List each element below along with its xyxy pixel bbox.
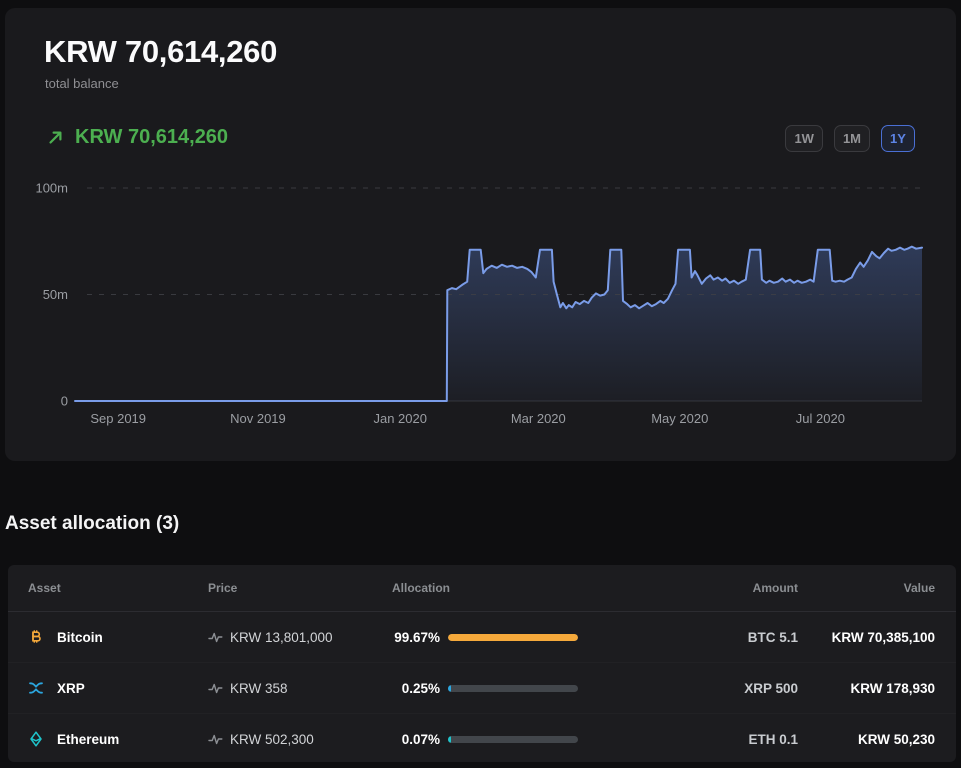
svg-text:Jan 2020: Jan 2020 (373, 411, 427, 426)
range-button-1m[interactable]: 1M (833, 125, 870, 152)
allocation-bar-track (448, 684, 578, 692)
asset-allocation-table: Asset Price Allocation Amount Value Bitc… (8, 565, 956, 762)
svg-text:Mar 2020: Mar 2020 (511, 411, 566, 426)
allocation-bar-track (448, 735, 578, 743)
asset-allocation-title: Asset allocation (3) (5, 513, 180, 534)
svg-text:50m: 50m (43, 287, 68, 302)
allocation-bar-track (448, 633, 578, 641)
column-header-price: Price (208, 581, 238, 595)
svg-text:0: 0 (61, 394, 68, 409)
asset-name: Ethereum (57, 731, 120, 747)
balance-change-value: KRW 70,614,260 (75, 126, 229, 148)
range-selector: 1W 1M 1Y (785, 125, 915, 152)
price-pulse-icon (208, 733, 223, 746)
svg-text:Jul 2020: Jul 2020 (796, 411, 845, 426)
svg-text:Nov 2019: Nov 2019 (230, 411, 286, 426)
column-header-amount: Amount (752, 581, 798, 595)
column-header-asset: Asset (28, 581, 61, 595)
asset-value: KRW 178,930 (850, 680, 935, 696)
asset-amount: ETH 0.1 (748, 731, 798, 747)
allocation-bar-fill (448, 735, 451, 743)
balance-card: KRW 70,614,260 total balance KRW 70,614,… (5, 8, 956, 461)
allocation-bar-fill (448, 633, 578, 641)
range-button-1y[interactable]: 1Y (881, 125, 915, 152)
table-row[interactable]: Ethereum KRW 502,300 0.07% ETH 0.1 KRW 5… (8, 713, 956, 764)
trend-up-arrow-icon (46, 128, 65, 147)
total-balance-value: KRW 70,614,260 (44, 34, 278, 69)
svg-text:100m: 100m (35, 181, 68, 196)
bitcoin-icon (28, 629, 44, 645)
range-button-1w[interactable]: 1W (785, 125, 823, 152)
allocation-bar-fill (448, 684, 451, 692)
price-pulse-icon (208, 631, 223, 644)
ethereum-icon (28, 731, 44, 747)
price-pulse-icon (208, 682, 223, 695)
allocation-percent: 0.07% (401, 731, 440, 747)
asset-price: KRW 502,300 (230, 731, 314, 747)
allocation-percent: 0.25% (401, 680, 440, 696)
asset-name: XRP (57, 680, 85, 696)
table-header-row: Asset Price Allocation Amount Value (8, 565, 956, 612)
asset-amount: BTC 5.1 (747, 629, 798, 645)
table-row[interactable]: Bitcoin KRW 13,801,000 99.67% BTC 5.1 KR… (8, 612, 956, 662)
column-header-allocation: Allocation (392, 581, 451, 595)
table-row[interactable]: XRP KRW 358 0.25% XRP 500 KRW 178,930 (8, 662, 956, 713)
svg-text:May 2020: May 2020 (651, 411, 708, 426)
allocation-percent: 99.67% (394, 629, 440, 645)
column-header-value: Value (903, 581, 935, 595)
asset-name: Bitcoin (57, 629, 103, 645)
balance-area-chart: 100m 50m 0 Sep 2019 Nov 2019 Jan 2020 Mar 2020… (35, 181, 923, 426)
balance-change-row: KRW 70,614,260 (46, 126, 228, 149)
asset-value: KRW 50,230 (857, 731, 935, 747)
svg-text:Sep 2019: Sep 2019 (90, 411, 146, 426)
asset-price: KRW 358 (230, 680, 288, 696)
asset-amount: XRP 500 (744, 680, 798, 696)
asset-value: KRW 70,385,100 (831, 629, 935, 645)
xrp-icon (28, 680, 44, 696)
asset-price: KRW 13,801,000 (230, 629, 333, 645)
total-balance-label: total balance (45, 76, 119, 91)
